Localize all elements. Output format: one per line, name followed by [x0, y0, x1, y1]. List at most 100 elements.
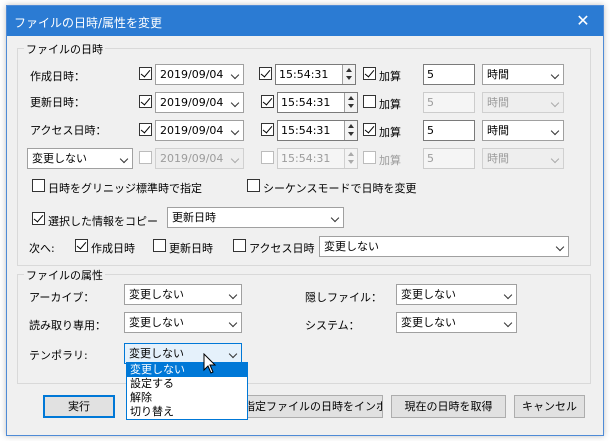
modified-date-checkbox[interactable] [139, 95, 152, 108]
copy-select-value: 更新日時 [172, 211, 216, 224]
modified-add-field: 5 [423, 92, 475, 113]
cancel-button[interactable]: キャンセル [514, 395, 585, 418]
modified-unit-value: 時間 [487, 96, 509, 109]
modified-date-picker[interactable]: 2019/09/04 [155, 92, 244, 113]
chevron-down-icon [550, 70, 560, 80]
next-modified-checkbox[interactable] [153, 239, 166, 252]
spin-down-icon [348, 104, 354, 108]
fourth-time-field: 15:54:31 [277, 148, 358, 169]
get-now-button[interactable]: 現在の日時を取得 [391, 395, 506, 418]
gmt-checkbox[interactable] [32, 179, 45, 192]
fourth-date-checkbox [139, 151, 152, 164]
chevron-down-icon [550, 98, 560, 108]
created-date-checkbox[interactable] [139, 67, 152, 80]
next-select[interactable]: 変更しない [319, 236, 569, 257]
window-title: ファイルの日時/属性を変更 [14, 16, 163, 30]
import-button[interactable]: 指定ファイルの日時をインポート [243, 395, 383, 418]
next-select-value: 変更しない [324, 240, 379, 253]
chevron-down-icon [550, 154, 560, 164]
accessed-time-value: 15:54:31 [281, 124, 331, 137]
accessed-label: アクセス日時： [30, 124, 107, 137]
chevron-down-icon [230, 70, 240, 80]
spin-buttons[interactable] [344, 93, 357, 112]
temporary-select[interactable]: 変更しない [124, 343, 242, 364]
temporary-select-value: 変更しない [129, 347, 184, 360]
accessed-add-checkbox[interactable] [363, 123, 376, 136]
modified-add-checkbox[interactable] [363, 95, 376, 108]
next-created-label: 作成日時 [91, 242, 135, 255]
created-time-checkbox[interactable] [259, 67, 272, 80]
dropdown-option[interactable]: 切り替え [127, 405, 247, 419]
created-label: 作成日時： [30, 70, 85, 83]
created-add-checkbox[interactable] [363, 67, 376, 80]
spin-buttons[interactable] [342, 65, 355, 84]
dropdown-option[interactable]: 変更しない [127, 363, 247, 377]
modified-time-field[interactable]: 15:54:31 [277, 92, 358, 113]
spin-up-icon [348, 124, 354, 128]
modified-add-label: 加算 [379, 98, 401, 111]
accessed-unit-value: 時間 [487, 124, 509, 137]
created-date-picker[interactable]: 2019/09/04 [155, 64, 244, 85]
temporary-label: テンポラリ: [29, 349, 88, 362]
dropdown-option[interactable]: 解除 [127, 391, 247, 405]
fourth-time-value: 15:54:31 [281, 152, 331, 165]
copy-label: 選択した情報をコピー [48, 215, 158, 228]
fourth-date-value: 2019/09/04 [160, 152, 224, 165]
chevron-down-icon [230, 126, 240, 136]
title-bar: ファイルの日時/属性を変更 ✕ [7, 6, 603, 36]
mouse-cursor-icon [203, 353, 217, 374]
created-time-value: 15:54:31 [279, 68, 329, 81]
accessed-date-checkbox[interactable] [139, 123, 152, 136]
fourth-add-field: 5 [423, 148, 475, 169]
next-accessed-checkbox[interactable] [233, 239, 246, 252]
modified-time-checkbox[interactable] [261, 95, 274, 108]
chevron-down-icon [503, 318, 513, 328]
fourth-unit-select: 時間 [482, 148, 564, 169]
copy-checkbox[interactable] [32, 212, 45, 225]
accessed-time-checkbox[interactable] [261, 123, 274, 136]
chevron-down-icon [228, 290, 238, 300]
accessed-date-picker[interactable]: 2019/09/04 [155, 120, 244, 141]
run-button[interactable]: 実行 [43, 395, 115, 418]
spin-up-icon [348, 96, 354, 100]
next-accessed-label: アクセス日時 [249, 242, 315, 255]
archive-select[interactable]: 変更しない [124, 284, 242, 305]
created-unit-value: 時間 [487, 68, 509, 81]
chevron-down-icon [503, 290, 513, 300]
spin-down-icon [348, 160, 354, 164]
created-add-field[interactable]: 5 [423, 64, 475, 85]
created-time-field[interactable]: 15:54:31 [275, 64, 356, 85]
temporary-dropdown-list: 変更しない 設定する 解除 切り替え [126, 362, 248, 420]
accessed-unit-select[interactable]: 時間 [482, 120, 564, 141]
next-created-checkbox[interactable] [75, 239, 88, 252]
accessed-add-value: 5 [427, 124, 434, 137]
next-modified-label: 更新日時 [169, 242, 213, 255]
hidden-select[interactable]: 変更しない [396, 284, 517, 305]
fourth-add-checkbox [363, 151, 376, 164]
fourth-date-picker: 2019/09/04 [155, 148, 244, 169]
spin-buttons[interactable] [344, 121, 357, 140]
dropdown-option[interactable]: 設定する [127, 377, 247, 391]
close-icon[interactable]: ✕ [563, 6, 603, 36]
attributes-group-label: ファイルの属性 [24, 267, 105, 283]
readonly-select[interactable]: 変更しない [124, 312, 242, 333]
system-select[interactable]: 変更しない [396, 312, 517, 333]
spin-up-icon [346, 68, 352, 72]
accessed-add-field[interactable]: 5 [423, 120, 475, 141]
chevron-down-icon [550, 126, 560, 136]
sequence-checkbox[interactable] [247, 179, 260, 192]
modified-unit-select: 時間 [482, 92, 564, 113]
hidden-label: 隠しファイル： [305, 291, 382, 304]
hidden-select-value: 変更しない [401, 288, 456, 301]
modified-add-value: 5 [427, 96, 434, 109]
fourth-time-checkbox [261, 151, 274, 164]
accessed-time-field[interactable]: 15:54:31 [277, 120, 358, 141]
fourth-target-value: 変更しない [32, 152, 87, 165]
fourth-target-select[interactable]: 変更しない [27, 148, 133, 169]
created-add-label: 加算 [379, 70, 401, 83]
created-unit-select[interactable]: 時間 [482, 64, 564, 85]
system-select-value: 変更しない [401, 316, 456, 329]
copy-select[interactable]: 更新日時 [167, 207, 344, 228]
chevron-down-icon [555, 242, 565, 252]
accessed-add-label: 加算 [379, 126, 401, 139]
